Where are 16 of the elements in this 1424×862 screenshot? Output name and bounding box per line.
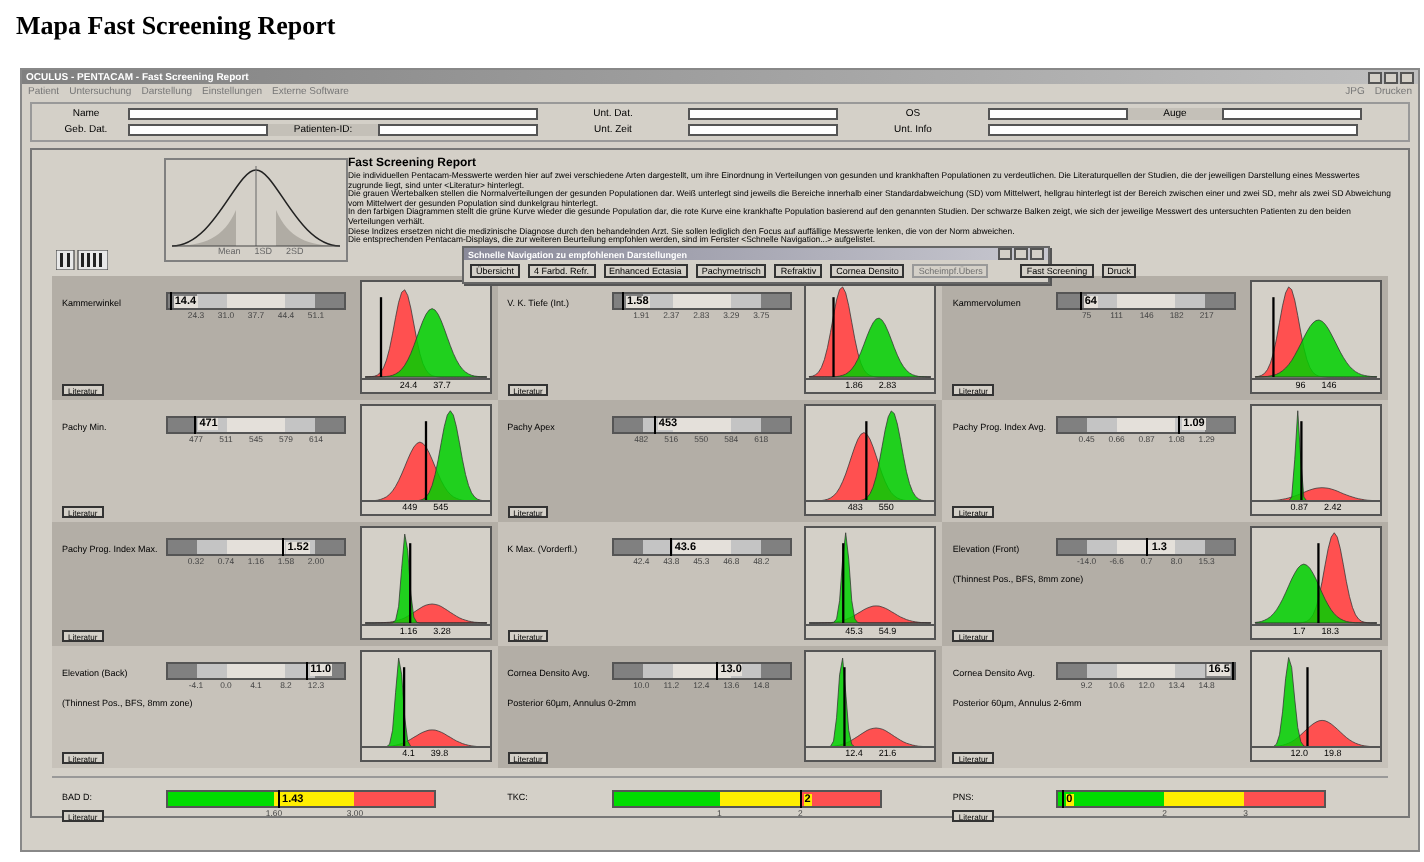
input-field[interactable] (688, 124, 838, 136)
input-field[interactable] (988, 124, 1358, 136)
close-button[interactable] (1400, 71, 1414, 83)
input-field[interactable] (688, 108, 838, 120)
input-field[interactable] (378, 124, 538, 136)
close-button[interactable] (1030, 248, 1044, 260)
maximize-button[interactable] (1014, 248, 1028, 260)
minimize-button[interactable] (1368, 71, 1382, 83)
bars-icon[interactable] (56, 250, 108, 270)
page-title: Mapa Fast Screening Report (14, 8, 338, 44)
input-field[interactable] (988, 108, 1128, 120)
minimize-button[interactable] (998, 248, 1012, 260)
input-field[interactable] (128, 124, 268, 136)
input-field[interactable] (1222, 108, 1362, 120)
input-field[interactable] (128, 108, 538, 120)
maximize-button[interactable] (1384, 71, 1398, 83)
